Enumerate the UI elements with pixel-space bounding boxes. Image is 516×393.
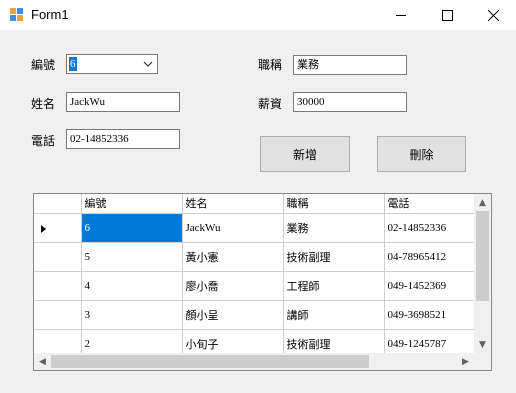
vertical-scrollbar[interactable]: ▲ ▼ bbox=[474, 194, 491, 353]
job-title-input[interactable]: 業務 bbox=[293, 55, 407, 75]
close-button[interactable] bbox=[470, 0, 516, 30]
minimize-button[interactable] bbox=[378, 0, 424, 30]
row-header[interactable] bbox=[34, 242, 82, 272]
grid-cell-phone[interactable]: 049-1452369 bbox=[384, 271, 477, 301]
row-header[interactable] bbox=[34, 300, 82, 330]
grid-cell-id[interactable]: 5 bbox=[81, 242, 183, 272]
id-combobox-value: 6 bbox=[69, 57, 77, 71]
row-header-corner[interactable] bbox=[34, 194, 82, 214]
scrollbar-corner bbox=[474, 353, 491, 370]
grid-header-row: 編號 姓名 職稱 電話 bbox=[34, 194, 477, 214]
column-header-id[interactable]: 編號 bbox=[81, 194, 183, 214]
column-header-phone[interactable]: 電話 bbox=[384, 194, 477, 214]
phone-label: 電話 bbox=[31, 134, 56, 148]
maximize-icon bbox=[441, 9, 453, 21]
grid-cell-title[interactable]: 工程師 bbox=[283, 271, 385, 301]
scroll-up-icon[interactable]: ▲ bbox=[474, 194, 491, 211]
table-row[interactable]: 6 JackWu 業務 02-14852336 bbox=[34, 213, 477, 243]
id-combobox[interactable]: 6 bbox=[66, 54, 158, 74]
column-header-title[interactable]: 職稱 bbox=[283, 194, 385, 214]
employee-grid[interactable]: 編號 姓名 職稱 電話 6 JackWu 業務 02-14852336 5 黃小… bbox=[33, 193, 492, 371]
table-row[interactable]: 3 顏小呈 講師 049-3698521 bbox=[34, 300, 477, 330]
salary-input[interactable]: 30000 bbox=[293, 92, 407, 112]
window-title: Form1 bbox=[31, 7, 69, 22]
horizontal-scroll-thumb[interactable] bbox=[51, 355, 369, 368]
job-title-label: 職稱 bbox=[258, 58, 283, 72]
grid-cell-title[interactable]: 講師 bbox=[283, 300, 385, 330]
close-icon bbox=[487, 9, 499, 21]
grid-cell-name[interactable]: 顏小呈 bbox=[182, 300, 284, 330]
phone-input[interactable]: 02-14852336 bbox=[66, 129, 180, 149]
table-row[interactable]: 4 廖小喬 工程師 049-1452369 bbox=[34, 271, 477, 301]
grid-cell-phone[interactable]: 02-14852336 bbox=[384, 213, 477, 243]
table-row[interactable]: 5 黃小憲 技術副理 04-78965412 bbox=[34, 242, 477, 272]
grid-table: 編號 姓名 職稱 電話 6 JackWu 業務 02-14852336 5 黃小… bbox=[34, 194, 477, 359]
name-label: 姓名 bbox=[31, 97, 56, 111]
scroll-right-icon[interactable]: ▶ bbox=[457, 353, 474, 370]
horizontal-scrollbar[interactable]: ◀ ▶ bbox=[34, 353, 491, 370]
form1-window: Form1 編號 6 姓名 JackWu 電話 02-14852336 職稱 業… bbox=[0, 0, 516, 393]
row-header[interactable] bbox=[34, 213, 82, 243]
scroll-left-icon[interactable]: ◀ bbox=[34, 353, 51, 370]
grid-cell-name[interactable]: 廖小喬 bbox=[182, 271, 284, 301]
title-bar[interactable]: Form1 bbox=[0, 0, 516, 30]
name-input[interactable]: JackWu bbox=[66, 92, 180, 112]
minimize-icon bbox=[395, 14, 406, 16]
id-label: 編號 bbox=[31, 58, 56, 72]
column-header-name[interactable]: 姓名 bbox=[182, 194, 284, 214]
grid-cell-id[interactable]: 4 bbox=[81, 271, 183, 301]
grid-cell-id[interactable]: 3 bbox=[81, 300, 183, 330]
row-header[interactable] bbox=[34, 271, 82, 301]
vertical-scroll-thumb[interactable] bbox=[476, 211, 489, 301]
grid-cell-title[interactable]: 業務 bbox=[283, 213, 385, 243]
maximize-button[interactable] bbox=[424, 0, 470, 30]
scroll-down-icon[interactable]: ▼ bbox=[474, 336, 491, 353]
grid-cell-phone[interactable]: 04-78965412 bbox=[384, 242, 477, 272]
grid-cell-title[interactable]: 技術副理 bbox=[283, 242, 385, 272]
add-button[interactable]: 新增 bbox=[260, 136, 350, 172]
grid-cell-name[interactable]: 黃小憲 bbox=[182, 242, 284, 272]
chevron-down-icon[interactable] bbox=[143, 59, 153, 69]
delete-button[interactable]: 刪除 bbox=[377, 136, 466, 172]
app-icon bbox=[10, 8, 23, 21]
grid-cell-name[interactable]: JackWu bbox=[182, 213, 284, 243]
salary-label: 薪資 bbox=[258, 97, 283, 111]
grid-cell-phone[interactable]: 049-3698521 bbox=[384, 300, 477, 330]
current-row-icon bbox=[41, 224, 46, 233]
grid-cell-id[interactable]: 6 bbox=[81, 213, 183, 243]
